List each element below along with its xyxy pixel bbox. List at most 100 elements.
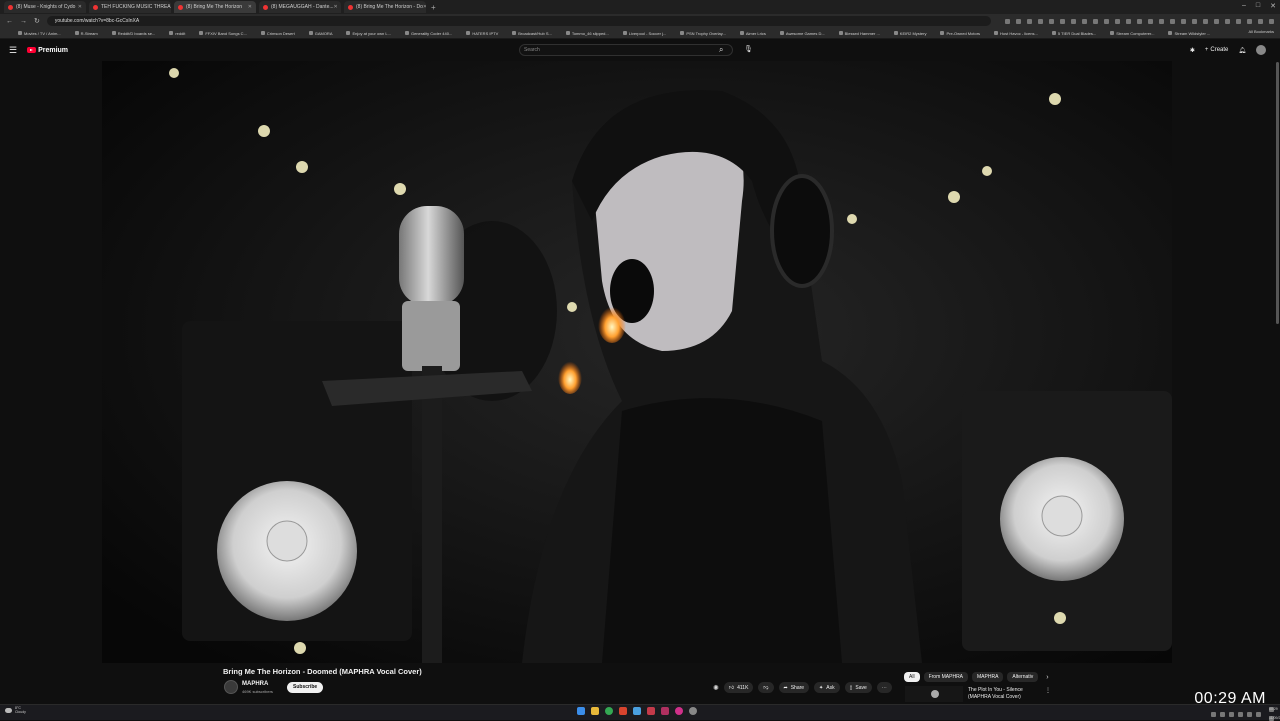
close-tab-icon[interactable]: ✕ [423,4,426,10]
tray-icon[interactable] [1220,711,1225,717]
app-icon[interactable] [661,707,669,715]
reload-icon[interactable]: ↻ [34,17,40,25]
bookmark-item[interactable]: KEIR2 Mystery [893,31,926,36]
menu-icon[interactable]: ☰ [9,45,17,56]
start-icon[interactable] [577,707,585,715]
subscribe-button[interactable]: Subscribe [287,682,324,693]
extension-icon[interactable] [1005,18,1010,24]
chip-from-channel[interactable]: From MAPHRA [923,672,969,682]
bookmark-item[interactable]: Enjoy at your own L... [346,31,391,36]
close-tab-icon[interactable]: ✕ [248,4,252,10]
bookmark-item[interactable]: GAMORA [308,31,332,36]
avatar[interactable] [1256,45,1266,55]
maximize-icon[interactable]: □ [1256,2,1260,10]
live-icon[interactable]: ✺ [713,684,719,692]
app-icon[interactable] [619,707,627,715]
all-bookmarks-link[interactable]: All Bookmarks [1248,29,1274,34]
more-icon[interactable]: ⋮ [1045,687,1051,694]
extension-icon[interactable] [1093,18,1098,24]
bookmark-item[interactable]: Broadcast/Hub S... [512,31,552,36]
extension-icon[interactable] [1049,18,1054,24]
tray-icon[interactable] [1238,711,1243,717]
extension-icon[interactable] [1236,18,1241,24]
cast-icon[interactable]: ✱ [1190,47,1195,54]
bookmark-item[interactable]: Reddit/D boards se... [111,31,155,36]
create-button[interactable]: + Create [1205,47,1229,53]
bookmark-item[interactable]: Stream Wildstyler ... [1168,31,1210,36]
chip-all[interactable]: All [904,672,920,682]
bookmark-item[interactable]: Generality Coder 440... [404,31,452,36]
share-button[interactable]: ➦ Share [778,682,810,693]
related-video-item[interactable]: The Plot In You - Silence (MAPHRA Vocal … [905,686,1055,702]
new-tab-button[interactable]: + [431,3,436,12]
bookmark-item[interactable]: Stream Computerer... [1110,31,1154,36]
close-tab-icon[interactable]: ✕ [334,4,338,10]
app-icon[interactable] [675,707,683,715]
bookmark-item[interactable]: Crimson Desert [260,31,295,36]
volume-icon[interactable] [1256,711,1261,717]
extension-icon[interactable] [1181,18,1186,24]
bookmark-item[interactable]: Liverpool - Soccer j... [622,31,666,36]
minimize-icon[interactable]: – [1242,2,1246,10]
search-input[interactable]: Search [519,44,733,56]
extension-icon[interactable] [1082,18,1087,24]
extension-icon[interactable] [1214,18,1219,24]
extension-icon[interactable] [1159,18,1164,24]
bookmark-item[interactable]: Movies / TV / Anim... [18,31,61,36]
related-video-thumbnail[interactable] [905,686,963,702]
bookmark-item[interactable]: Aimer Lrics [739,31,766,36]
url-field[interactable]: youtube.com/watch?v=8bc-GcCsInXA [46,16,991,26]
extension-icon[interactable] [1148,18,1153,24]
browser-tab[interactable]: TEH FUCKING MUSIC THREAD✕ [89,1,171,13]
tray-icon[interactable] [1211,711,1216,717]
bookmark-item[interactable]: Tommo_46 slipped... [565,31,609,36]
app-icon[interactable] [647,707,655,715]
channel-avatar[interactable] [224,680,238,694]
bookmark-item[interactable]: R-Stream [74,31,98,36]
related-video-title[interactable]: The Plot In You - Silence (MAPHRA Vocal … [968,687,1038,700]
extension-icon[interactable] [1115,18,1120,24]
like-button[interactable]: 👍︎ 411K [723,682,754,693]
extension-icon[interactable] [1192,18,1197,24]
back-icon[interactable]: ← [6,18,13,25]
ask-button[interactable]: ✦ Ask [814,682,840,693]
microphone-icon[interactable]: 🎙︎ [744,45,753,53]
extension-icon[interactable] [1016,18,1021,24]
close-tab-icon[interactable]: ✕ [78,4,82,10]
extension-icon[interactable] [1126,18,1131,24]
extension-icon[interactable] [1071,18,1076,24]
bookmark-item[interactable]: 5 TIER Dual Blades... [1051,31,1096,36]
chip-channel[interactable]: MAPHRA [972,672,1004,682]
extension-icon[interactable] [1225,18,1230,24]
extension-icon[interactable] [1269,18,1274,24]
video-player[interactable] [102,61,1172,663]
extension-icon[interactable] [1060,18,1065,24]
bookmark-item[interactable]: PSN Trophy Overlay... [680,31,726,36]
forward-icon[interactable]: → [20,18,27,25]
extension-icon[interactable] [1038,18,1043,24]
notifications-icon[interactable]: 🔔︎ [1238,47,1246,54]
bookmark-item[interactable]: Awesome Games D... [779,31,825,36]
taskbar-clock[interactable]: 00:29 11/09/2025 [1269,707,1280,721]
save-button[interactable]: ▯ Save [844,682,872,693]
weather-widget[interactable]: 8°C Cloudy [5,706,26,714]
browser-tab[interactable]: (8) Muse - Knights of Cydo ✕ [4,1,86,13]
bookmark-item[interactable]: Pre-Owned Motors [940,31,980,36]
extension-icon[interactable] [1258,18,1263,24]
browser-tab[interactable]: (8) MEGAUGGAH - Dante... ✕ [259,1,341,13]
bookmark-item[interactable]: reddit [169,31,185,36]
extension-icon[interactable] [1027,18,1032,24]
bookmark-item[interactable]: Host Havoc - licens... [994,31,1038,36]
chrome-icon[interactable] [605,707,613,715]
wifi-icon[interactable] [1247,711,1252,717]
chip-alternative[interactable]: Alternativ [1007,672,1039,682]
youtube-logo[interactable]: Premium [27,47,68,54]
page-scrollbar[interactable] [1276,62,1279,324]
search-icon[interactable]: ⌕ [719,45,723,55]
extension-icon[interactable] [1104,18,1109,24]
file-explorer-icon[interactable] [591,707,599,715]
more-actions-button[interactable]: ⋯ [876,682,892,693]
extension-icon[interactable] [1247,18,1252,24]
tray-icon[interactable] [1229,711,1234,717]
settings-icon[interactable] [689,707,697,715]
